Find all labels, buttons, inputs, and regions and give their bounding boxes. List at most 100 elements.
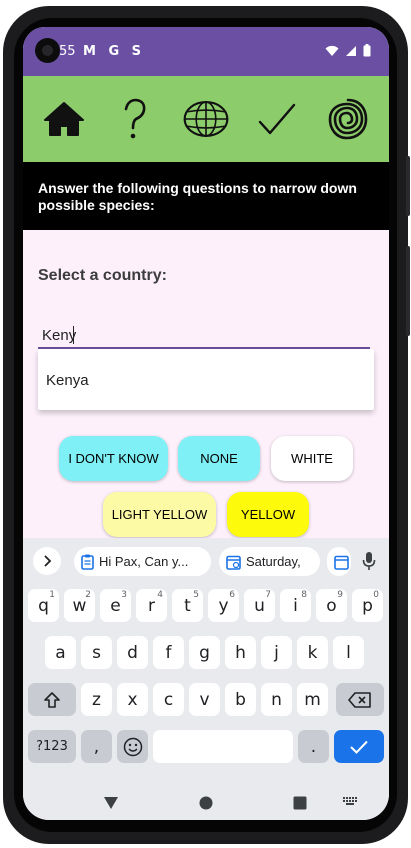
key-hint: 5 [193, 590, 199, 600]
comma-key[interactable]: , [81, 730, 112, 763]
key-m[interactable]: m [297, 683, 328, 716]
key-v[interactable]: v [189, 683, 220, 716]
key-l[interactable]: l [333, 636, 364, 669]
key-h[interactable]: h [225, 636, 256, 669]
text-cursor [73, 326, 74, 344]
suggestion-strip: Hi Pax, Can y... Saturday, [23, 545, 389, 577]
status-time: 55 [59, 44, 76, 59]
key-label: q [38, 595, 49, 616]
key-z[interactable]: z [81, 683, 112, 716]
key-label: p [362, 595, 373, 616]
key-hint: 3 [121, 590, 127, 600]
key-hint: 1 [49, 590, 55, 600]
key-hint: 7 [265, 590, 271, 600]
shift-key[interactable] [28, 683, 76, 716]
clipboard-chip-1[interactable]: Hi Pax, Can y... [74, 547, 211, 576]
key-j[interactable]: j [261, 636, 292, 669]
app-screen: 55 M G S Answer the following questions … [23, 27, 389, 820]
recents-icon[interactable] [293, 796, 307, 810]
key-i[interactable]: i8 [280, 589, 311, 622]
keyboard-switch-icon[interactable] [343, 797, 359, 809]
key-k[interactable]: k [297, 636, 328, 669]
key-hint: 2 [85, 590, 91, 600]
key-x[interactable]: x [117, 683, 148, 716]
key-label: t [184, 595, 191, 616]
power-button [406, 156, 410, 216]
nav-bar [23, 76, 389, 162]
key-label: u [254, 595, 265, 616]
system-navigation [23, 786, 389, 820]
key-a[interactable]: a [45, 636, 76, 669]
key-d[interactable]: d [117, 636, 148, 669]
emoji-key[interactable] [117, 730, 148, 763]
suggestion-item[interactable]: Kenya [46, 372, 89, 389]
yellow-button[interactable]: YELLOW [227, 492, 309, 537]
key-label: i [293, 595, 298, 616]
key-e[interactable]: e3 [100, 589, 131, 622]
key-u[interactable]: u7 [244, 589, 275, 622]
key-hint: 8 [301, 590, 307, 600]
shift-icon [44, 691, 60, 708]
none-button[interactable]: NONE [178, 436, 260, 481]
key-f[interactable]: f [153, 636, 184, 669]
notification-icons: M G S [83, 44, 146, 59]
question-label: Select a country: [38, 267, 167, 284]
key-hint: 6 [229, 590, 235, 600]
check-icon[interactable] [253, 95, 301, 143]
microphone-icon[interactable] [357, 549, 381, 573]
wifi-icon [325, 45, 339, 56]
key-n[interactable]: n [261, 683, 292, 716]
space-key[interactable] [153, 730, 293, 763]
home-icon[interactable] [40, 95, 88, 143]
clipboard-chip-1-label: Hi Pax, Can y... [99, 554, 189, 569]
key-c[interactable]: c [153, 683, 184, 716]
backspace-key[interactable] [336, 683, 384, 716]
key-hint: 4 [157, 590, 163, 600]
white-button[interactable]: WHITE [271, 436, 353, 481]
battery-icon [363, 44, 371, 57]
front-camera [35, 38, 60, 63]
status-bar: 55 M G S [23, 27, 389, 76]
checkmark-icon [350, 740, 368, 754]
key-hint: 9 [337, 590, 343, 600]
volume-button [406, 246, 410, 336]
key-t[interactable]: t5 [172, 589, 203, 622]
question-icon[interactable] [111, 95, 159, 143]
calendar-icon [334, 555, 349, 570]
key-label: e [110, 595, 121, 616]
key-hint: 0 [373, 590, 379, 600]
period-key[interactable]: . [298, 730, 329, 763]
country-input[interactable] [38, 323, 370, 349]
key-q[interactable]: q1 [28, 589, 59, 622]
clipboard-icon [81, 554, 94, 570]
key-y[interactable]: y6 [208, 589, 239, 622]
key-b[interactable]: b [225, 683, 256, 716]
backspace-icon [348, 691, 371, 708]
emoji-icon [123, 737, 142, 756]
enter-key[interactable] [334, 730, 384, 763]
expand-toolbar-button[interactable] [33, 547, 61, 575]
key-o[interactable]: o9 [316, 589, 347, 622]
calendar-icon [226, 555, 241, 570]
key-p[interactable]: p0 [352, 589, 383, 622]
home-circle-icon[interactable] [199, 796, 213, 810]
back-icon[interactable] [103, 796, 119, 810]
globe-icon[interactable] [182, 95, 230, 143]
key-r[interactable]: r4 [136, 589, 167, 622]
keyboard: Hi Pax, Can y... Saturday, q1 w2 e3 r4 t… [23, 538, 389, 820]
dont-know-button[interactable]: I DON'T KNOW [59, 436, 168, 481]
key-label: r [148, 595, 155, 616]
chevron-right-icon [44, 555, 52, 567]
clipboard-chip-3[interactable] [327, 547, 351, 576]
clipboard-chip-2[interactable]: Saturday, [219, 547, 320, 576]
key-label: y [218, 595, 229, 616]
key-label: o [326, 595, 337, 616]
instruction-banner: Answer the following questions to narrow… [23, 162, 389, 230]
signal-icon [346, 45, 356, 56]
key-w[interactable]: w2 [64, 589, 95, 622]
key-s[interactable]: s [81, 636, 112, 669]
spiral-icon[interactable] [324, 95, 372, 143]
light-yellow-button[interactable]: LIGHT YELLOW [103, 492, 216, 537]
symbols-key[interactable]: ?123 [28, 730, 76, 763]
key-g[interactable]: g [189, 636, 220, 669]
